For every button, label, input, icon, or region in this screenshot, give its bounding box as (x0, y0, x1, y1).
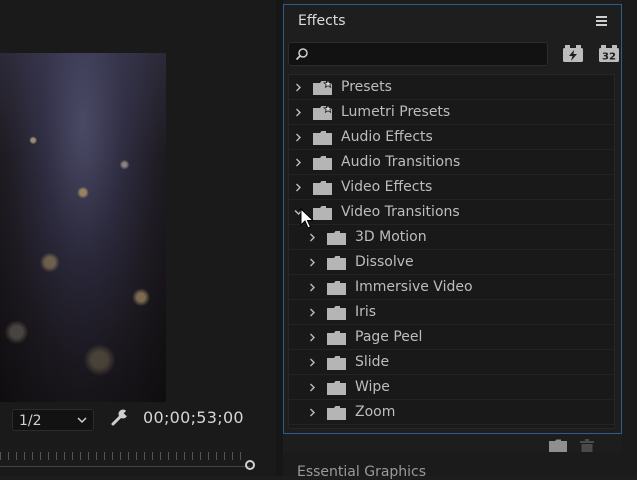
32-bit-color-icon[interactable]: 32 (599, 45, 619, 63)
program-monitor: 1/2 00;00;53;00 (0, 0, 276, 476)
tree-item-label: Lumetri Presets (341, 104, 451, 120)
search-icon (295, 48, 308, 61)
tree-item-label: Presets (341, 79, 392, 95)
tree-subcategory[interactable]: 3D Motion (289, 225, 614, 250)
wrench-icon[interactable] (110, 407, 130, 427)
tree-item-label: Audio Effects (341, 129, 433, 145)
tree-item-label: Video Effects (341, 179, 433, 195)
tree-item-label: 3D Motion (355, 229, 427, 245)
chevron-right-icon[interactable] (308, 258, 317, 267)
folder-icon (313, 156, 332, 170)
new-bin-icon[interactable] (549, 439, 567, 453)
tree-subcategory[interactable]: Slide (289, 350, 614, 375)
chevron-right-icon[interactable] (294, 183, 303, 192)
chevron-right-icon[interactable] (308, 383, 317, 392)
folder-icon (313, 131, 332, 145)
resolution-value: 1/2 (19, 413, 42, 429)
essential-graphics-panel-header: Essential Graphics (283, 452, 637, 480)
panel-gutter (622, 0, 637, 452)
chevron-right-icon[interactable] (294, 83, 303, 92)
preset-folder-icon (313, 105, 333, 120)
tree-subcategory[interactable]: Zoom (289, 400, 614, 425)
tree-category[interactable]: Presets (289, 75, 614, 100)
chevron-right-icon[interactable] (308, 358, 317, 367)
tree-subcategory[interactable]: Wipe (289, 375, 614, 400)
tree-item-label: Iris (355, 304, 377, 320)
folder-icon (327, 381, 346, 395)
tree-item-label: Slide (355, 354, 390, 370)
timecode[interactable]: 00;00;53;00 (143, 408, 244, 427)
effects-panel-header: Effects (284, 5, 621, 37)
search-field[interactable] (288, 42, 548, 66)
folder-icon (313, 181, 332, 195)
resolution-select[interactable]: 1/2 (12, 409, 94, 431)
tree-item-label: Video Transitions (341, 204, 460, 220)
chevron-right-icon[interactable] (308, 233, 317, 242)
chevron-right-icon[interactable] (308, 408, 317, 417)
chevron-right-icon[interactable] (294, 133, 303, 142)
zoom-handle[interactable] (245, 460, 255, 470)
panel-menu-icon[interactable] (596, 16, 607, 26)
tree-item-label: Immersive Video (355, 279, 473, 295)
folder-icon (327, 356, 346, 370)
tree-item-label: Wipe (355, 379, 390, 395)
tree-category[interactable]: Video Transitions (289, 200, 614, 225)
tree-subcategory[interactable]: Page Peel (289, 325, 614, 350)
monitor-controls: 1/2 00;00;53;00 (0, 404, 276, 434)
chevron-right-icon[interactable] (308, 283, 317, 292)
accelerated-effects-icon[interactable] (563, 45, 583, 63)
folder-icon (327, 306, 346, 320)
tree-item-label: Audio Transitions (341, 154, 461, 170)
panel-divider[interactable] (276, 0, 283, 476)
tree-item-label: Zoom (355, 404, 396, 420)
video-preview[interactable] (0, 53, 166, 402)
folder-icon (327, 331, 346, 345)
panel-title[interactable]: Effects (298, 13, 346, 29)
folder-icon (313, 206, 332, 220)
tree-item-label: Page Peel (355, 329, 423, 345)
ruler-ticks (0, 452, 248, 460)
chevron-right-icon[interactable] (294, 158, 303, 167)
mouse-cursor-icon (300, 208, 314, 229)
effects-tree: Presets Lumetri Presets Audio Effects Audio… (288, 74, 615, 429)
chevron-right-icon[interactable] (308, 308, 317, 317)
chevron-right-icon[interactable] (308, 333, 317, 342)
tree-category[interactable]: Lumetri Presets (289, 100, 614, 125)
folder-icon (327, 231, 346, 245)
effects-panel: Effects 32 Presets Lumetri Presets Audio E… (283, 4, 622, 455)
chevron-right-icon[interactable] (294, 108, 303, 117)
tree-category[interactable]: Video Effects (289, 175, 614, 200)
bit-depth-label: 32 (602, 52, 616, 63)
tree-subcategory[interactable]: Immersive Video (289, 275, 614, 300)
tree-subcategory[interactable]: Dissolve (289, 250, 614, 275)
folder-icon (327, 406, 346, 420)
tree-category[interactable]: Audio Effects (289, 125, 614, 150)
search-input[interactable] (311, 45, 545, 65)
ruler-baseline (0, 466, 250, 467)
essential-graphics-title[interactable]: Essential Graphics (297, 464, 426, 480)
preset-folder-icon (313, 80, 333, 95)
tree-subcategory[interactable]: Iris (289, 300, 614, 325)
timeline-ruler[interactable] (0, 446, 276, 476)
chevron-down-icon (77, 417, 87, 424)
tree-item-label: Dissolve (355, 254, 414, 270)
tree-category[interactable]: Audio Transitions (289, 150, 614, 175)
folder-icon (327, 256, 346, 270)
folder-icon (327, 281, 346, 295)
